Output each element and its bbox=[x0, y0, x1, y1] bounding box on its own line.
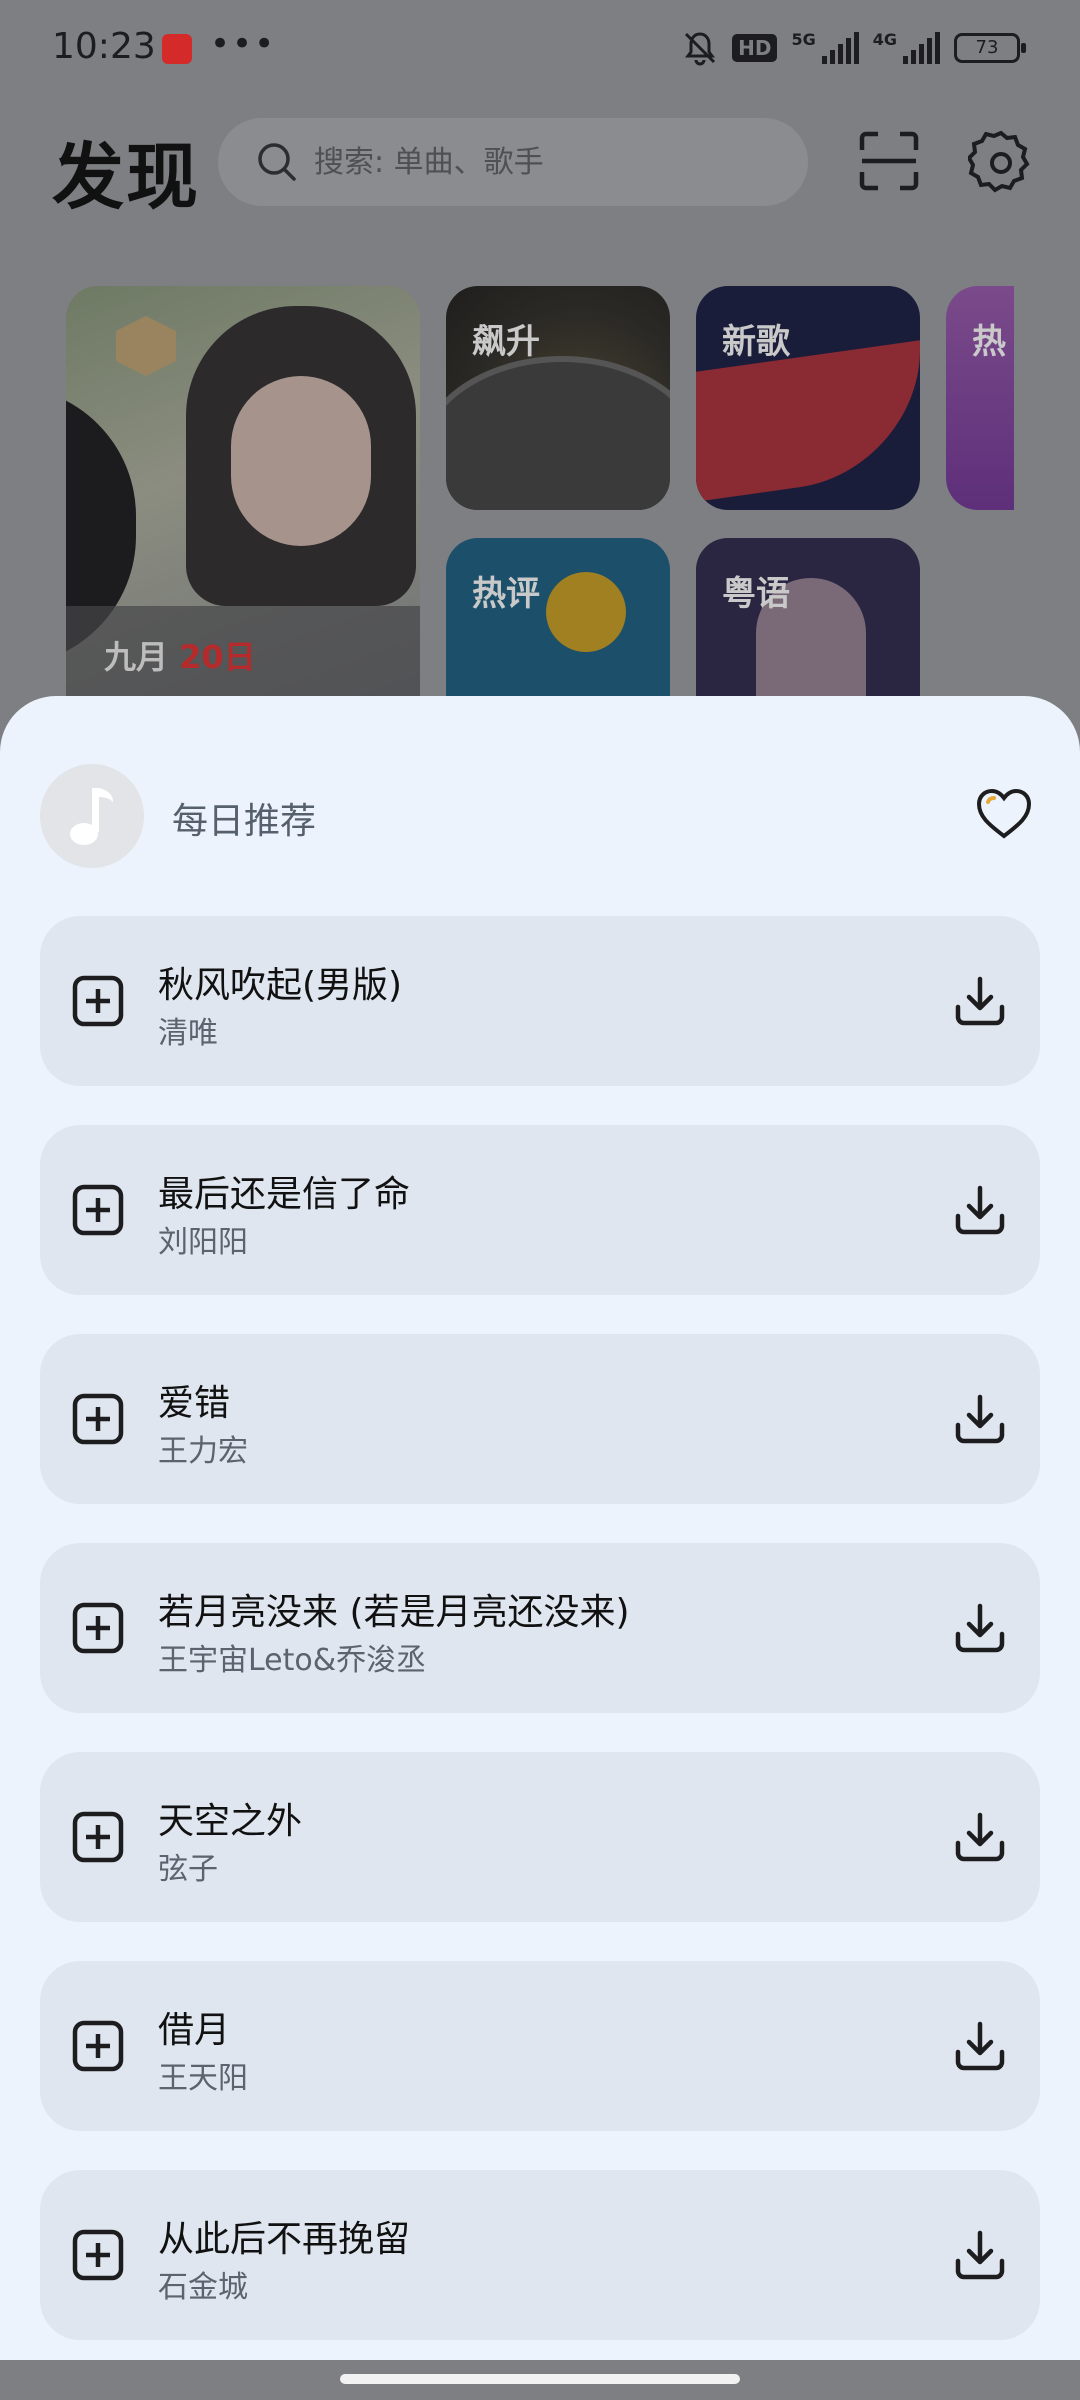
battery-icon: 73 bbox=[954, 33, 1026, 63]
song-row[interactable]: 秋风吹起(男版) 清唯 bbox=[40, 916, 1040, 1086]
song-artist: 王天阳 bbox=[158, 2061, 248, 2096]
add-to-playlist-icon[interactable] bbox=[70, 1600, 126, 1656]
vip-diamond-icon bbox=[116, 316, 176, 376]
song-title: 爱错 bbox=[158, 1383, 231, 1424]
navigation-bar bbox=[0, 2360, 1080, 2400]
download-icon[interactable] bbox=[948, 1596, 1012, 1660]
card-label: 热 bbox=[972, 322, 1006, 362]
add-to-playlist-icon[interactable] bbox=[70, 2018, 126, 2074]
card-label: 新歌 bbox=[722, 322, 790, 362]
song-artist: 刘阳阳 bbox=[158, 1225, 248, 1260]
hd-voice-badge: HD bbox=[732, 34, 778, 62]
song-row[interactable]: 天空之外 弦子 bbox=[40, 1752, 1040, 1922]
song-row[interactable]: 若月亮没来 (若是月亮还没来) 王宇宙Leto&乔浚丞 bbox=[40, 1543, 1040, 1713]
song-row[interactable]: 最后还是信了命刘阳阳 bbox=[40, 1125, 1040, 1295]
download-icon[interactable] bbox=[948, 1805, 1012, 1869]
song-row[interactable]: 从此后不再挽留石金城 bbox=[40, 2170, 1040, 2340]
music-note-icon bbox=[70, 788, 113, 845]
soaring-chart-card[interactable]: 飙升 bbox=[446, 286, 670, 510]
daily-recommend-card[interactable]: 九月 20日 bbox=[66, 286, 420, 746]
card-label: 飙升 bbox=[472, 322, 540, 362]
card-date: 九月 20日 bbox=[104, 632, 256, 678]
song-row[interactable]: 借月 王天阳 bbox=[40, 1961, 1040, 2131]
card-art bbox=[546, 572, 626, 652]
song-title: 若月亮没来 (若是月亮还没来) bbox=[158, 1592, 630, 1633]
signal-5g-icon bbox=[821, 32, 859, 64]
status-bar: 10:23 ••• HD 5G 4G 73 bbox=[0, 0, 1080, 100]
song-artist: 王宇宙Leto&乔浚丞 bbox=[158, 1643, 427, 1678]
page-title: 发现 bbox=[52, 135, 201, 219]
song-artist: 弦子 bbox=[158, 1852, 218, 1887]
avatar bbox=[40, 764, 144, 868]
card-label: 热评 bbox=[472, 574, 540, 614]
home-gesture-handle[interactable] bbox=[340, 2374, 740, 2384]
network-4g-label: 4G bbox=[872, 30, 897, 49]
more-notifications-icon: ••• bbox=[210, 24, 277, 64]
network-5g-label: 5G bbox=[791, 30, 816, 49]
new-songs-card[interactable]: 新歌 bbox=[696, 286, 920, 510]
song-artist: 清唯 bbox=[158, 1016, 218, 1051]
song-title: 天空之外 bbox=[158, 1801, 303, 1842]
mute-bell-icon bbox=[685, 32, 716, 66]
song-title: 从此后不再挽留 bbox=[158, 2219, 411, 2260]
search-input[interactable] bbox=[312, 143, 786, 181]
download-icon[interactable] bbox=[948, 2014, 1012, 2078]
add-to-playlist-icon[interactable] bbox=[70, 2227, 126, 2283]
add-to-playlist-icon[interactable] bbox=[70, 973, 126, 1029]
hot-songs-card[interactable]: 热 bbox=[946, 286, 1014, 510]
favorite-heart-icon[interactable] bbox=[974, 786, 1034, 842]
download-icon[interactable] bbox=[948, 2223, 1012, 2287]
turntable-image bbox=[446, 356, 670, 510]
song-title: 秋风吹起(男版) bbox=[158, 965, 403, 1006]
add-to-playlist-icon[interactable] bbox=[70, 1391, 126, 1447]
card-label: 粤语 bbox=[722, 574, 790, 614]
date-month: 九月 bbox=[104, 638, 169, 676]
sheet-title: 每日推荐 bbox=[172, 801, 317, 842]
download-icon[interactable] bbox=[948, 1178, 1012, 1242]
cover-face bbox=[231, 376, 371, 546]
status-time: 10:23 bbox=[52, 26, 156, 67]
sheet-header: 每日推荐 bbox=[40, 764, 1040, 868]
download-icon[interactable] bbox=[948, 1387, 1012, 1451]
add-to-playlist-icon[interactable] bbox=[70, 1809, 126, 1865]
date-day: 20日 bbox=[179, 638, 256, 676]
scan-icon[interactable] bbox=[856, 128, 922, 194]
signal-4g-icon bbox=[903, 32, 940, 64]
download-icon[interactable] bbox=[948, 969, 1012, 1033]
search-bar[interactable] bbox=[218, 118, 808, 206]
search-icon bbox=[258, 143, 296, 181]
song-title: 借月 bbox=[158, 2010, 231, 2051]
music-app-notification-icon bbox=[162, 34, 192, 64]
song-row[interactable]: 爱错 王力宏 bbox=[40, 1334, 1040, 1504]
settings-icon[interactable] bbox=[968, 128, 1034, 194]
song-artist: 王力宏 bbox=[158, 1434, 248, 1469]
add-to-playlist-icon[interactable] bbox=[70, 1182, 126, 1238]
card-art bbox=[696, 340, 920, 502]
song-title: 最后还是信了命 bbox=[158, 1174, 411, 1215]
daily-recommend-sheet: 每日推荐 秋风吹起(男版) 清唯最后还是信了命刘阳阳爱错王力宏若月亮没来 (若是月… bbox=[0, 696, 1080, 2360]
song-artist: 石金城 bbox=[158, 2270, 248, 2305]
